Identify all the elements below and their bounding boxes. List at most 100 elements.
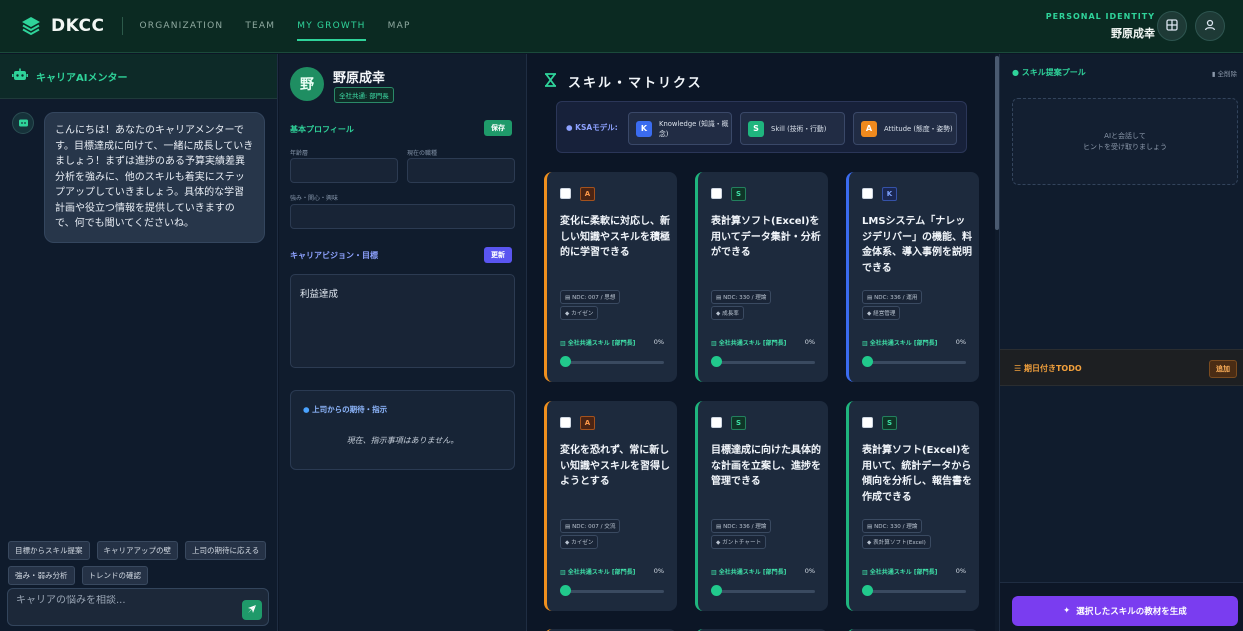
skill-checkbox[interactable] xyxy=(711,188,722,199)
progress-slider-track[interactable] xyxy=(717,361,815,364)
skill-pool-dropzone: AIと会話して ヒントを受け取りましょう xyxy=(1012,98,1238,185)
ksa-attitude: A Attitude (態度・姿勢) xyxy=(853,112,957,145)
progress-slider-knob[interactable] xyxy=(862,356,873,367)
skill-card[interactable]: A 変化を恐れず、常に新しい知識やスキルを習得しようとする ▤ NDC: 007… xyxy=(544,401,677,611)
basic-profile-label: 基本プロフィール xyxy=(290,125,354,134)
chip-trends[interactable]: トレンドの確認 xyxy=(81,566,148,585)
send-button[interactable] xyxy=(242,600,262,620)
progress-slider-track[interactable] xyxy=(566,361,664,364)
skill-checkbox[interactable] xyxy=(711,417,722,428)
grid-icon xyxy=(1166,18,1178,34)
age-field-label: 年齢層 xyxy=(290,150,309,157)
building-icon: ▥ xyxy=(560,569,568,576)
skill-checkbox[interactable] xyxy=(862,417,873,428)
common-skill-text: 全社共通スキル [部門長] xyxy=(869,569,938,576)
ndc-badge: ▤ NDC: 330 / 理論 xyxy=(711,290,772,304)
progress-slider-track[interactable] xyxy=(717,590,815,593)
skill-title: 変化を恐れず、常に新しい知識やスキルを習得しようとする xyxy=(560,445,670,487)
skill-card[interactable]: A 変化に柔軟に対応し、新しい知識やスキルを積極的に学習できる ▤ NDC: 0… xyxy=(544,172,677,382)
todo-title: ☰ 期日付きTODO xyxy=(1014,363,1082,374)
strength-field[interactable] xyxy=(290,204,515,229)
ksa-text-s: Skill (技術・行動) xyxy=(771,124,827,133)
common-skill-text: 全社共通スキル [部門長] xyxy=(567,569,636,576)
update-button[interactable]: 更新 xyxy=(484,247,512,263)
progress-slider-track[interactable] xyxy=(868,361,966,364)
personal-identity: PERSONAL IDENTITY 野原成幸 xyxy=(1046,12,1155,41)
ksa-tag: S xyxy=(731,416,746,430)
building-icon: ▥ xyxy=(560,340,568,347)
skill-card[interactable]: S 表計算ソフト(Excel)を用いてデータ集計・分析ができる ▤ NDC: 3… xyxy=(695,172,828,382)
chat-input[interactable] xyxy=(16,595,216,606)
skill-title: 目標達成に向けた具体的な計画を立案し、進捗を管理できる xyxy=(711,445,821,487)
ndc-text: NDC: 007 / 交流 xyxy=(572,524,616,530)
progress-percent: 0% xyxy=(955,338,966,346)
common-skill-label: ▥ 全社共通スキル [部門長] xyxy=(711,567,786,576)
grid-button[interactable] xyxy=(1157,11,1187,41)
role-field[interactable] xyxy=(407,158,515,183)
common-skill-text: 全社共通スキル [部門長] xyxy=(718,569,787,576)
progress-slider-knob[interactable] xyxy=(711,585,722,596)
common-skill-label: ▥ 全社共通スキル [部門長] xyxy=(560,567,635,576)
common-skill-text: 全社共通スキル [部門長] xyxy=(869,340,938,347)
skill-card[interactable]: S 表計算ソフト(Excel)を用いて、統計データから傾向を分析し、報告書を作成… xyxy=(846,401,979,611)
keyword-text: 経営管理 xyxy=(873,311,896,317)
chip-boss-expectation[interactable]: 上司の期待に応える xyxy=(185,541,267,560)
ksa-letter-a: A xyxy=(861,120,877,137)
chat-header: キャリアAIメンター xyxy=(0,54,277,99)
skill-pool-hint: AIと会話して ヒントを受け取りましょう xyxy=(1013,131,1237,153)
role-badge: 全社共通: 部門長 xyxy=(334,87,394,103)
pin-icon: ● xyxy=(1012,68,1019,77)
skill-checkbox[interactable] xyxy=(560,188,571,199)
chip-swot[interactable]: 強み・弱み分析 xyxy=(8,566,75,585)
progress-slider-knob[interactable] xyxy=(711,356,722,367)
nav-organization[interactable]: ORGANIZATION xyxy=(139,17,223,35)
clear-all-button[interactable]: ▮ 全削除 xyxy=(1212,68,1237,78)
user-menu-button[interactable] xyxy=(1195,11,1225,41)
skill-checkbox[interactable] xyxy=(862,188,873,199)
generate-materials-button[interactable]: ✦ 選択したスキルの教材を生成 xyxy=(1012,596,1238,626)
keyword-text: 表計算ソフト(Excel) xyxy=(873,540,926,546)
skill-pool-hint-line-1: AIと会話して xyxy=(1104,132,1146,140)
info-icon: ● xyxy=(566,123,573,132)
career-vision-textarea[interactable]: 利益達成 xyxy=(290,274,515,368)
boss-expectations-empty: 現在、指示事項はありません。 xyxy=(346,436,459,445)
ndc-badge: ▤ NDC: 007 / 交流 xyxy=(560,519,621,533)
common-skill-label: ▥ 全社共通スキル [部門長] xyxy=(862,338,937,347)
skill-pool-hint-line-2: ヒントを受け取りましょう xyxy=(1083,143,1167,151)
keyword-text: ガントチャート xyxy=(722,540,762,546)
speech-bubble-icon: ● xyxy=(303,405,310,414)
generate-materials-label: 選択したスキルの教材を生成 xyxy=(1076,607,1187,617)
save-button[interactable]: 保存 xyxy=(484,120,512,136)
logo[interactable]: DKCC xyxy=(20,15,104,37)
progress-slider-track[interactable] xyxy=(868,590,966,593)
keyword-text: 成長率 xyxy=(722,311,739,317)
skill-pool-panel: ● スキル提案プール ▮ 全削除 AIと会話して ヒントを受け取りましょう ☰ … xyxy=(999,54,1243,631)
skill-checkbox[interactable] xyxy=(560,417,571,428)
nav-my-growth[interactable]: MY GROWTH xyxy=(297,17,367,41)
skill-card[interactable]: S 目標達成に向けた具体的な計画を立案し、進捗を管理できる ▤ NDC: 336… xyxy=(695,401,828,611)
progress-percent: 0% xyxy=(653,338,664,346)
keyword-tag: ◆ 経営管理 xyxy=(862,306,901,320)
age-field[interactable] xyxy=(290,158,398,183)
ksa-text-k: Knowledge (知識・概念) xyxy=(659,119,729,138)
nav-map[interactable]: MAP xyxy=(388,17,411,35)
robot-icon xyxy=(18,117,29,130)
keyword-tag: ◆ カイゼン xyxy=(560,306,599,320)
skill-title: 変化に柔軟に対応し、新しい知識やスキルを積極的に学習できる xyxy=(560,216,670,258)
building-icon: ▥ xyxy=(711,340,719,347)
send-icon xyxy=(247,604,257,617)
skill-card[interactable]: K LMSシステム「ナレッジデリバー」の機能、料金体系、導入事例を説明できる ▤… xyxy=(846,172,979,382)
ksa-tag: A xyxy=(580,416,595,430)
suggestion-chips: 目標からスキル提案 キャリアアップの壁 上司の期待に応える 強み・弱み分析 トレ… xyxy=(8,541,273,585)
chip-goal-skill[interactable]: 目標からスキル提案 xyxy=(8,541,90,560)
progress-slider-knob[interactable] xyxy=(862,585,873,596)
add-todo-button[interactable]: 追加 xyxy=(1209,360,1237,378)
progress-slider-knob[interactable] xyxy=(560,356,571,367)
progress-slider-knob[interactable] xyxy=(560,585,571,596)
ksa-letter-s: S xyxy=(748,120,764,137)
chip-career-wall[interactable]: キャリアアップの壁 xyxy=(96,541,178,560)
ksa-label: ● KSAモデル: xyxy=(566,122,618,133)
progress-slider-track[interactable] xyxy=(566,590,664,593)
ksa-skill: S Skill (技術・行動) xyxy=(740,112,845,145)
nav-team[interactable]: TEAM xyxy=(245,17,275,35)
